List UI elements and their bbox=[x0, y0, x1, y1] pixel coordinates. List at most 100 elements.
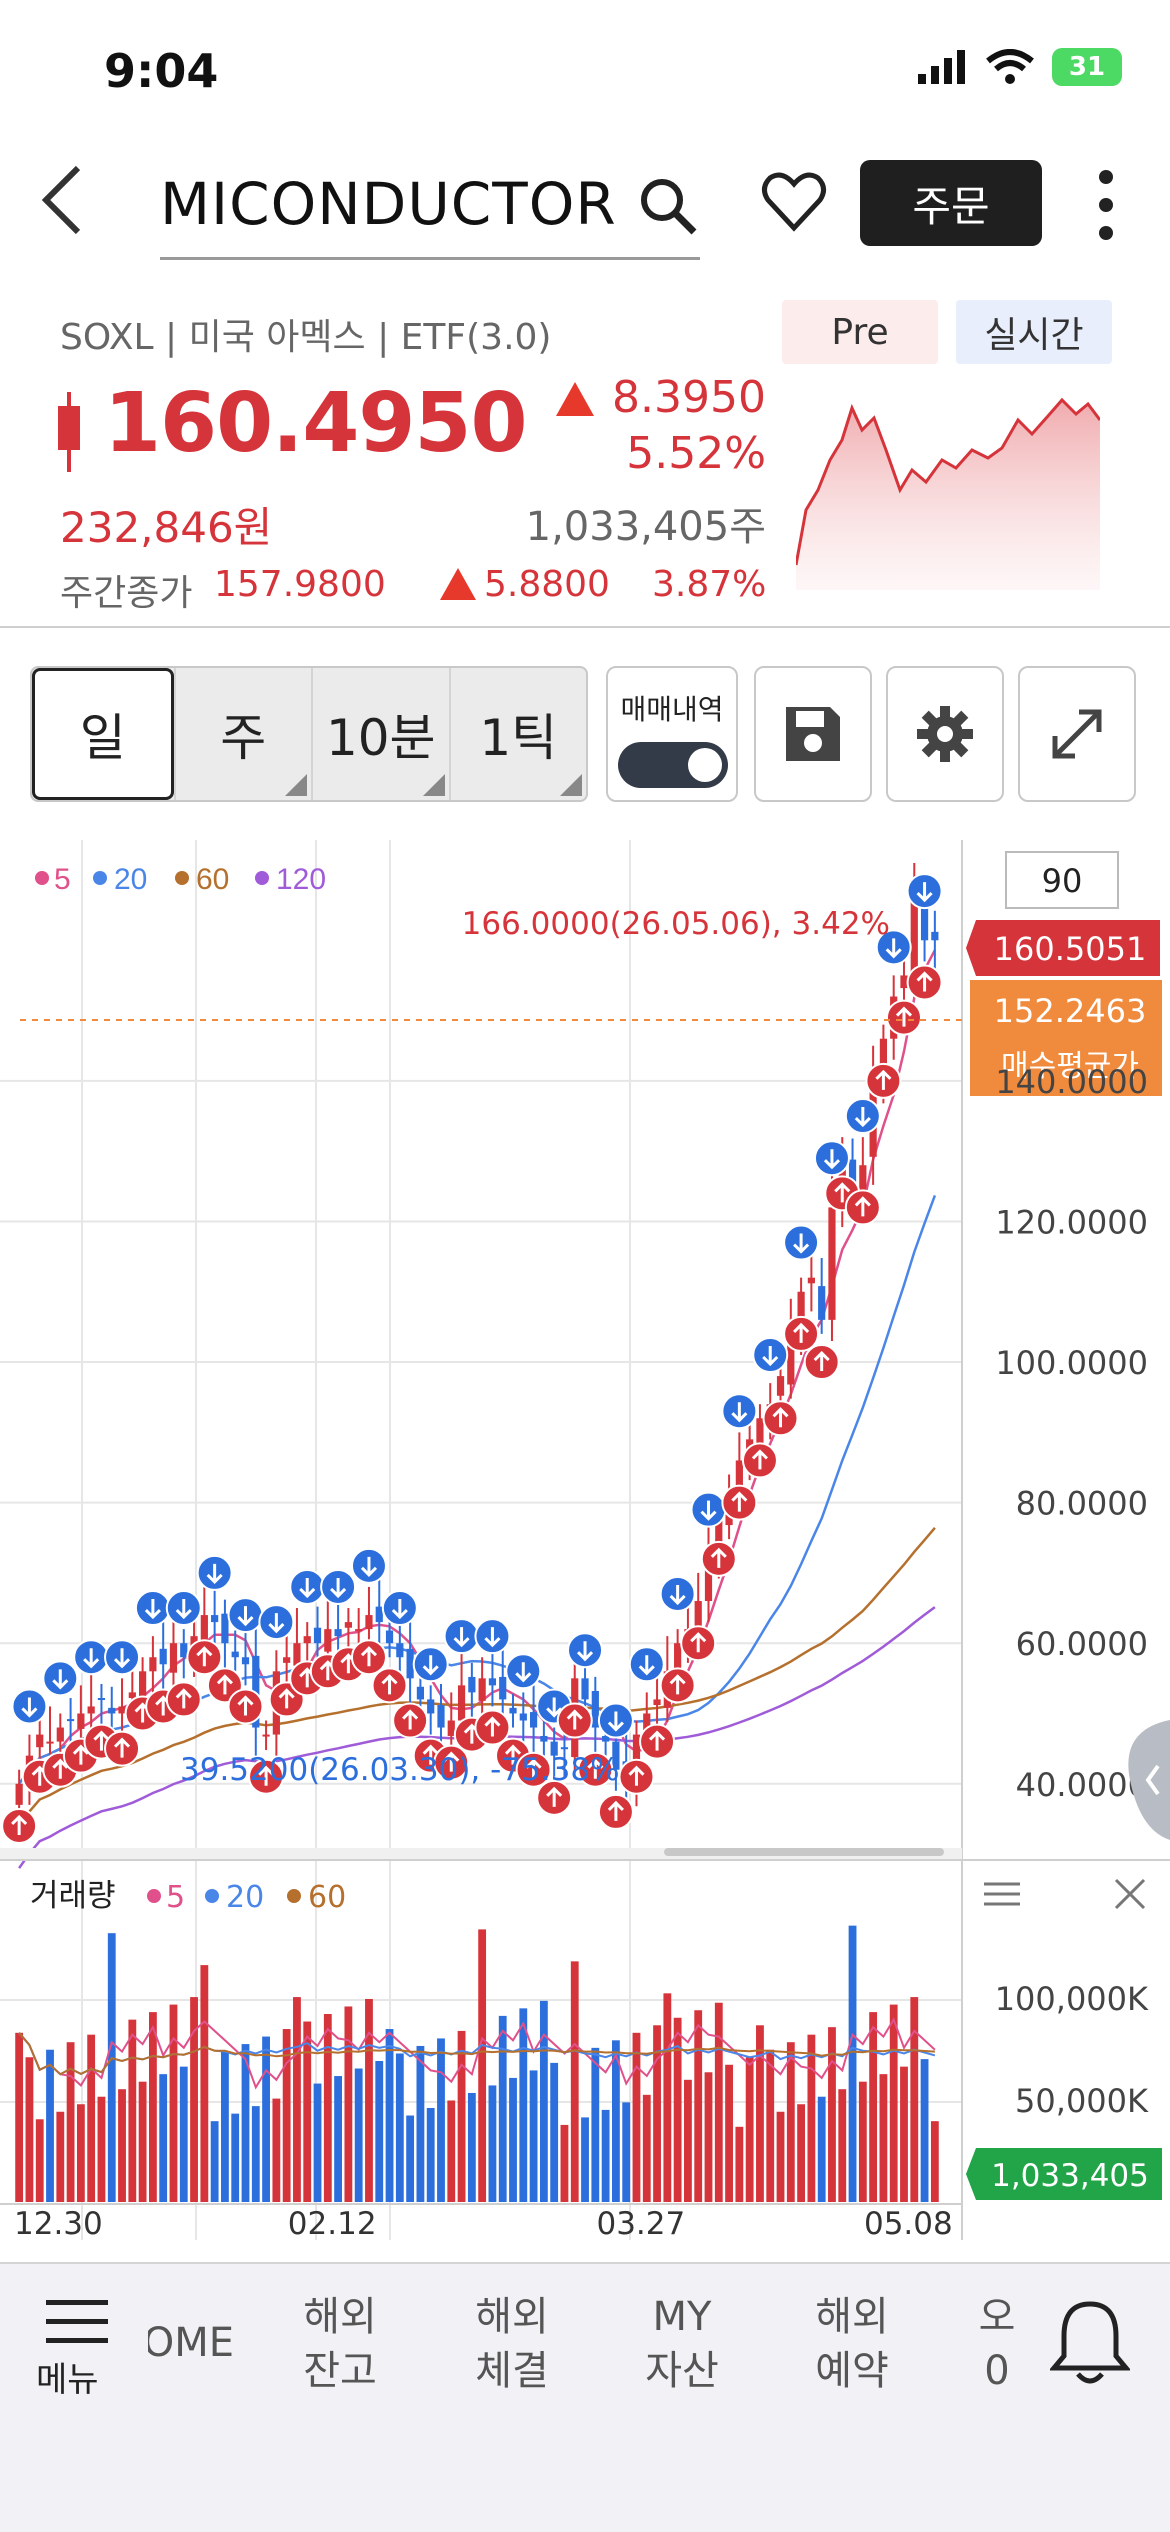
volume-bar bbox=[107, 1933, 116, 2202]
nav-overseas-fills-line2: 체결 bbox=[475, 2348, 549, 2394]
fullscreen-button[interactable] bbox=[1018, 666, 1136, 802]
save-button[interactable] bbox=[754, 666, 872, 802]
legend-ma60: 60 bbox=[196, 863, 229, 896]
volume-bar bbox=[385, 2029, 394, 2202]
candle bbox=[149, 1657, 157, 1672]
volume-bar bbox=[426, 2108, 435, 2202]
volume-bar bbox=[632, 2032, 641, 2202]
tab-week[interactable]: 주 bbox=[173, 668, 312, 800]
weekly-change: 5.8800 bbox=[484, 564, 610, 605]
tab-10min[interactable]: 10분 bbox=[311, 668, 449, 800]
candle bbox=[355, 1629, 363, 1632]
volume-bar bbox=[210, 2121, 219, 2202]
vol-legend-ma60: 60 bbox=[308, 1880, 346, 1915]
krw-price: 232,846원 bbox=[60, 503, 273, 552]
volume-bar bbox=[395, 2053, 404, 2202]
tab-day[interactable]: 일 bbox=[32, 668, 174, 800]
divider bbox=[0, 626, 1170, 628]
weekly-close-label: 주간종가 bbox=[60, 573, 193, 614]
volume-bar bbox=[221, 2051, 229, 2202]
volume-bar bbox=[97, 2096, 106, 2202]
search-icon[interactable] bbox=[636, 174, 700, 238]
candle bbox=[365, 1615, 373, 1630]
search-text: MICONDUCTOR DA bbox=[160, 170, 700, 238]
volume-bar bbox=[848, 1925, 857, 2202]
y-tick: 60.0000 bbox=[1016, 1625, 1148, 1663]
candle bbox=[674, 1643, 682, 1672]
candle bbox=[519, 1713, 527, 1721]
candle bbox=[591, 1690, 599, 1728]
volume-bar bbox=[159, 2074, 168, 2202]
volume-bar bbox=[344, 2006, 353, 2202]
y-tick: 140.0000 bbox=[995, 1063, 1148, 1101]
volume-bar bbox=[663, 1993, 672, 2202]
candle bbox=[468, 1676, 476, 1693]
volume-bar bbox=[817, 2096, 826, 2202]
nav-my-assets[interactable]: MY 자산 bbox=[622, 2290, 742, 2398]
menu-icon[interactable] bbox=[46, 2300, 108, 2344]
trade-history-toggle[interactable]: 매매내역 bbox=[606, 666, 738, 802]
volume-bar bbox=[550, 2062, 559, 2202]
intraday-sparkline bbox=[796, 397, 1100, 590]
volume-bar bbox=[735, 2126, 744, 2202]
nav-home[interactable]: HOME bbox=[148, 2316, 234, 2370]
bell-icon[interactable] bbox=[1050, 2298, 1130, 2386]
volume-bar bbox=[406, 2115, 415, 2202]
volume-bar bbox=[539, 2000, 548, 2202]
volume-bar bbox=[879, 2074, 888, 2202]
volume-bar bbox=[797, 2104, 806, 2202]
volume-bar bbox=[56, 2111, 65, 2202]
candle bbox=[931, 931, 939, 941]
heart-icon[interactable] bbox=[760, 168, 828, 236]
nav-overseas-reservation[interactable]: 해외 예약 bbox=[792, 2290, 912, 2398]
trade-history-label: 매매내역 bbox=[620, 693, 724, 726]
candle bbox=[396, 1643, 404, 1658]
realtime-button[interactable]: 실시간 bbox=[956, 300, 1112, 364]
menu-label[interactable]: 메뉴 bbox=[36, 2352, 99, 2401]
volume-bar bbox=[262, 2036, 270, 2202]
candle bbox=[807, 1277, 815, 1284]
volume-bar bbox=[76, 2104, 85, 2202]
nav-overseas-balance[interactable]: 해외 잔고 bbox=[280, 2290, 400, 2398]
volume-close-icon[interactable] bbox=[1114, 1878, 1146, 1910]
more-options-icon[interactable] bbox=[1086, 165, 1126, 245]
legend-ma120: 120 bbox=[276, 863, 326, 896]
expand-icon bbox=[1052, 709, 1102, 759]
candle bbox=[87, 1706, 95, 1714]
volume-bar bbox=[323, 2014, 332, 2202]
volume-bar bbox=[900, 2066, 908, 2202]
toggle-switch[interactable] bbox=[618, 742, 728, 788]
back-arrow-icon[interactable] bbox=[34, 160, 94, 240]
volume-bar bbox=[118, 2089, 126, 2202]
order-button[interactable]: 주문 bbox=[860, 160, 1042, 246]
tab-1tick[interactable]: 1틱 bbox=[448, 668, 587, 800]
volume-bar bbox=[519, 2008, 528, 2202]
volume-bar bbox=[169, 2004, 178, 2202]
candle bbox=[457, 1685, 466, 1721]
nav-overseas-fills[interactable]: 해외 체결 bbox=[452, 2290, 572, 2398]
candle bbox=[159, 1648, 167, 1665]
legend-ma5: 5 bbox=[54, 863, 71, 896]
volume-bar bbox=[756, 2025, 764, 2202]
nav-my-assets-line1: MY bbox=[652, 2294, 712, 2340]
candle bbox=[416, 1686, 425, 1700]
nav-more[interactable]: 오0 bbox=[972, 2290, 1022, 2398]
volume-bar bbox=[303, 2021, 312, 2202]
save-icon bbox=[786, 707, 840, 761]
pre-market-button[interactable]: Pre bbox=[782, 300, 938, 364]
volume-bar bbox=[601, 2109, 610, 2202]
gear-icon bbox=[917, 706, 973, 762]
settings-button[interactable] bbox=[886, 666, 1004, 802]
search-field[interactable]: MICONDUCTOR DA bbox=[160, 156, 700, 260]
low-annotation: 39.5200(26.03.30), -75.38% bbox=[180, 1752, 620, 1788]
horizontal-scrollbar[interactable] bbox=[664, 1848, 944, 1856]
dropdown-corner-icon bbox=[560, 774, 582, 796]
volume-menu-icon[interactable] bbox=[984, 1882, 1020, 1906]
candle bbox=[118, 1706, 126, 1714]
volume-bar bbox=[272, 2098, 281, 2202]
price-chart[interactable]: 5 20 60 120 90 166.0000(26.05.06), 3.42%… bbox=[0, 840, 1170, 2240]
candle bbox=[447, 1720, 455, 1736]
volume-bar bbox=[591, 2047, 600, 2202]
volume-bar bbox=[766, 2049, 775, 2202]
candle bbox=[375, 1606, 383, 1623]
